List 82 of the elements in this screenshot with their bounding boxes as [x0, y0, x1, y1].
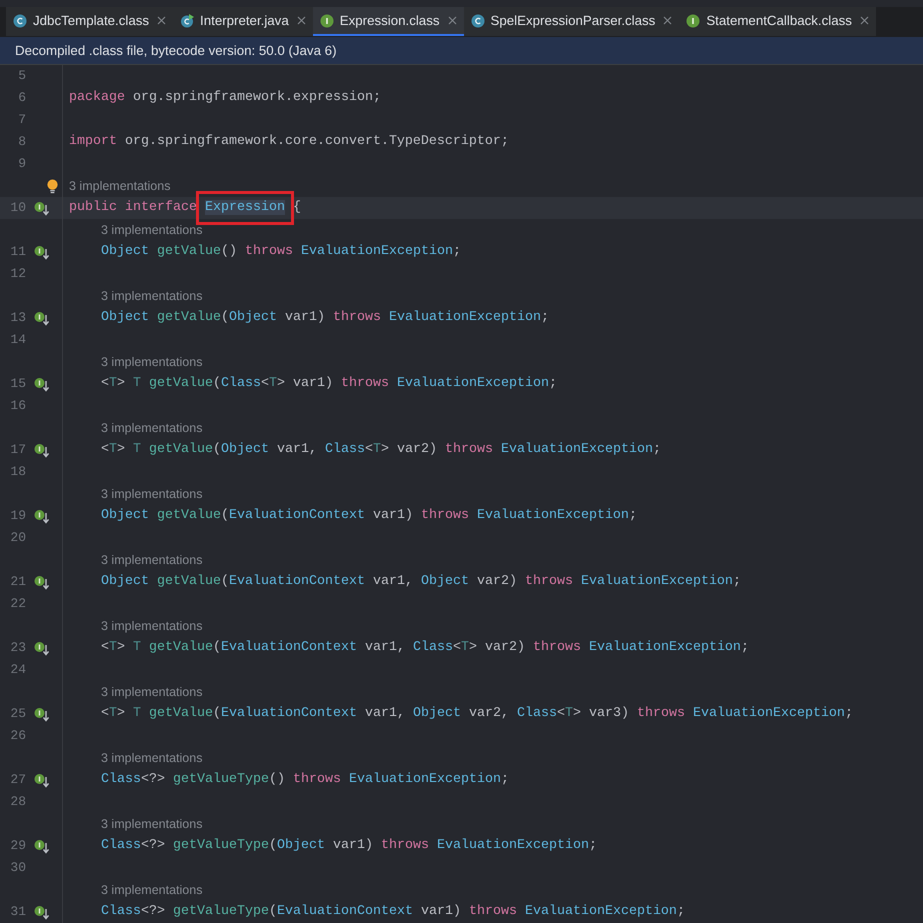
line-number: 8	[17, 133, 26, 152]
line-number: 30	[9, 859, 26, 878]
line-number: 10	[9, 199, 26, 218]
implemented-icon[interactable]	[34, 310, 49, 326]
code-line: <T> T getValue(Object var1, Class<T> var2) throws EvaluationException;	[100, 441, 661, 459]
implemented-icon[interactable]	[34, 706, 49, 722]
line-number: 6	[17, 89, 26, 108]
runnable-class-icon	[180, 14, 194, 28]
line-number: 27	[9, 771, 26, 790]
line-number: 7	[17, 111, 26, 130]
code-line: Object getValue(Object var1) throws EvaluationException;	[100, 309, 549, 327]
implementations-hint[interactable]: 3 implementations	[101, 684, 202, 699]
interface-icon	[320, 14, 334, 28]
implemented-icon[interactable]	[34, 244, 49, 260]
class-icon	[13, 14, 27, 28]
code-line: Object getValue(EvaluationContext var1, Object var2) throws EvaluationException;	[100, 573, 741, 591]
line-number: 18	[9, 463, 26, 482]
implementations-hint[interactable]: 3 implementations	[101, 288, 202, 303]
line-number: 14	[9, 331, 26, 350]
close-icon[interactable]	[157, 16, 166, 25]
line-number: 12	[9, 265, 26, 284]
code-line: <T> T getValue(EvaluationContext var1, Class<T> var2) throws EvaluationException;	[100, 639, 749, 657]
implementations-hint[interactable]: 3 implementations	[101, 222, 202, 237]
editor-tab[interactable]: Interpreter.java	[173, 7, 313, 36]
implemented-icon[interactable]	[34, 376, 49, 392]
code-line: <T> T getValue(EvaluationContext var1, Object var2, Class<T> var3) throws EvaluationException;	[100, 705, 853, 723]
implemented-icon[interactable]	[34, 200, 49, 216]
line-number: 19	[9, 507, 26, 526]
implementations-hint[interactable]: 3 implementations	[101, 486, 202, 501]
class-icon	[470, 14, 484, 28]
implemented-icon[interactable]	[34, 772, 49, 788]
line-number: 5	[17, 67, 26, 86]
line-number: 22	[9, 595, 26, 614]
line-number: 9	[17, 155, 26, 174]
editor-tab[interactable]: JdbcTemplate.class	[6, 7, 174, 36]
implemented-icon[interactable]	[34, 508, 49, 524]
line-number: 25	[9, 705, 26, 724]
code-line: Object getValue(EvaluationContext var1) throws EvaluationException;	[100, 507, 637, 525]
code-line: Object getValue() throws EvaluationException;	[100, 243, 461, 261]
implementations-hint[interactable]: 3 implementations	[69, 178, 170, 193]
implemented-icon[interactable]	[34, 904, 49, 920]
implemented-icon[interactable]	[34, 838, 49, 854]
close-icon[interactable]	[448, 16, 456, 25]
implementations-hint[interactable]: 3 implementations	[101, 750, 202, 765]
code-line: package org.springframework.expression;	[68, 89, 381, 107]
code-line: import org.springframework.core.convert.TypeDescriptor;	[68, 133, 509, 151]
line-number: 29	[9, 837, 26, 856]
line-number: 16	[9, 397, 26, 416]
implementations-hint[interactable]: 3 implementations	[101, 816, 202, 831]
line-number: 24	[9, 661, 26, 680]
implementations-hint[interactable]: 3 implementations	[101, 552, 202, 567]
editor-tab[interactable]: SpelExpressionParser.class	[464, 7, 680, 36]
code-line: Class<?> getValueType() throws EvaluationException;	[100, 771, 509, 789]
line-number: 11	[9, 243, 26, 262]
interface-icon	[686, 14, 700, 28]
close-icon[interactable]	[663, 16, 672, 25]
line-number: 31	[9, 903, 26, 922]
lightbulb-icon[interactable]	[46, 178, 59, 194]
line-number: 20	[9, 529, 26, 548]
line-number: 26	[9, 727, 26, 746]
code-line: public interface Expression {	[63, 198, 301, 218]
line-number: 13	[9, 309, 26, 328]
implemented-icon[interactable]	[34, 442, 49, 458]
implementations-hint[interactable]: 3 implementations	[101, 618, 202, 633]
implemented-icon[interactable]	[34, 640, 49, 656]
close-icon[interactable]	[860, 16, 869, 25]
code-line: <T> T getValue(Class<T> var1) throws EvaluationException;	[100, 375, 557, 393]
line-number: 21	[9, 573, 26, 592]
code-line: Class<?> getValueType(Object var1) throws EvaluationException;	[100, 837, 597, 855]
line-number: 28	[9, 793, 26, 812]
implementations-hint[interactable]: 3 implementations	[101, 354, 202, 369]
editor-tab[interactable]: Expression.class	[312, 7, 464, 36]
editor-tab[interactable]: StatementCallback.class	[679, 7, 876, 36]
close-icon[interactable]	[296, 16, 306, 25]
line-number: 15	[9, 375, 26, 394]
code-line: Class<?> getValueType(EvaluationContext var1) throws EvaluationException;	[100, 903, 685, 921]
info-bar-text: Decompiled .class file, bytecode version: 50.0 (Java 6)	[15, 42, 336, 60]
line-number: 17	[9, 441, 26, 460]
implementations-hint[interactable]: 3 implementations	[101, 420, 202, 435]
line-number: 23	[9, 639, 26, 658]
implemented-icon[interactable]	[34, 574, 49, 590]
implementations-hint[interactable]: 3 implementations	[101, 882, 202, 897]
